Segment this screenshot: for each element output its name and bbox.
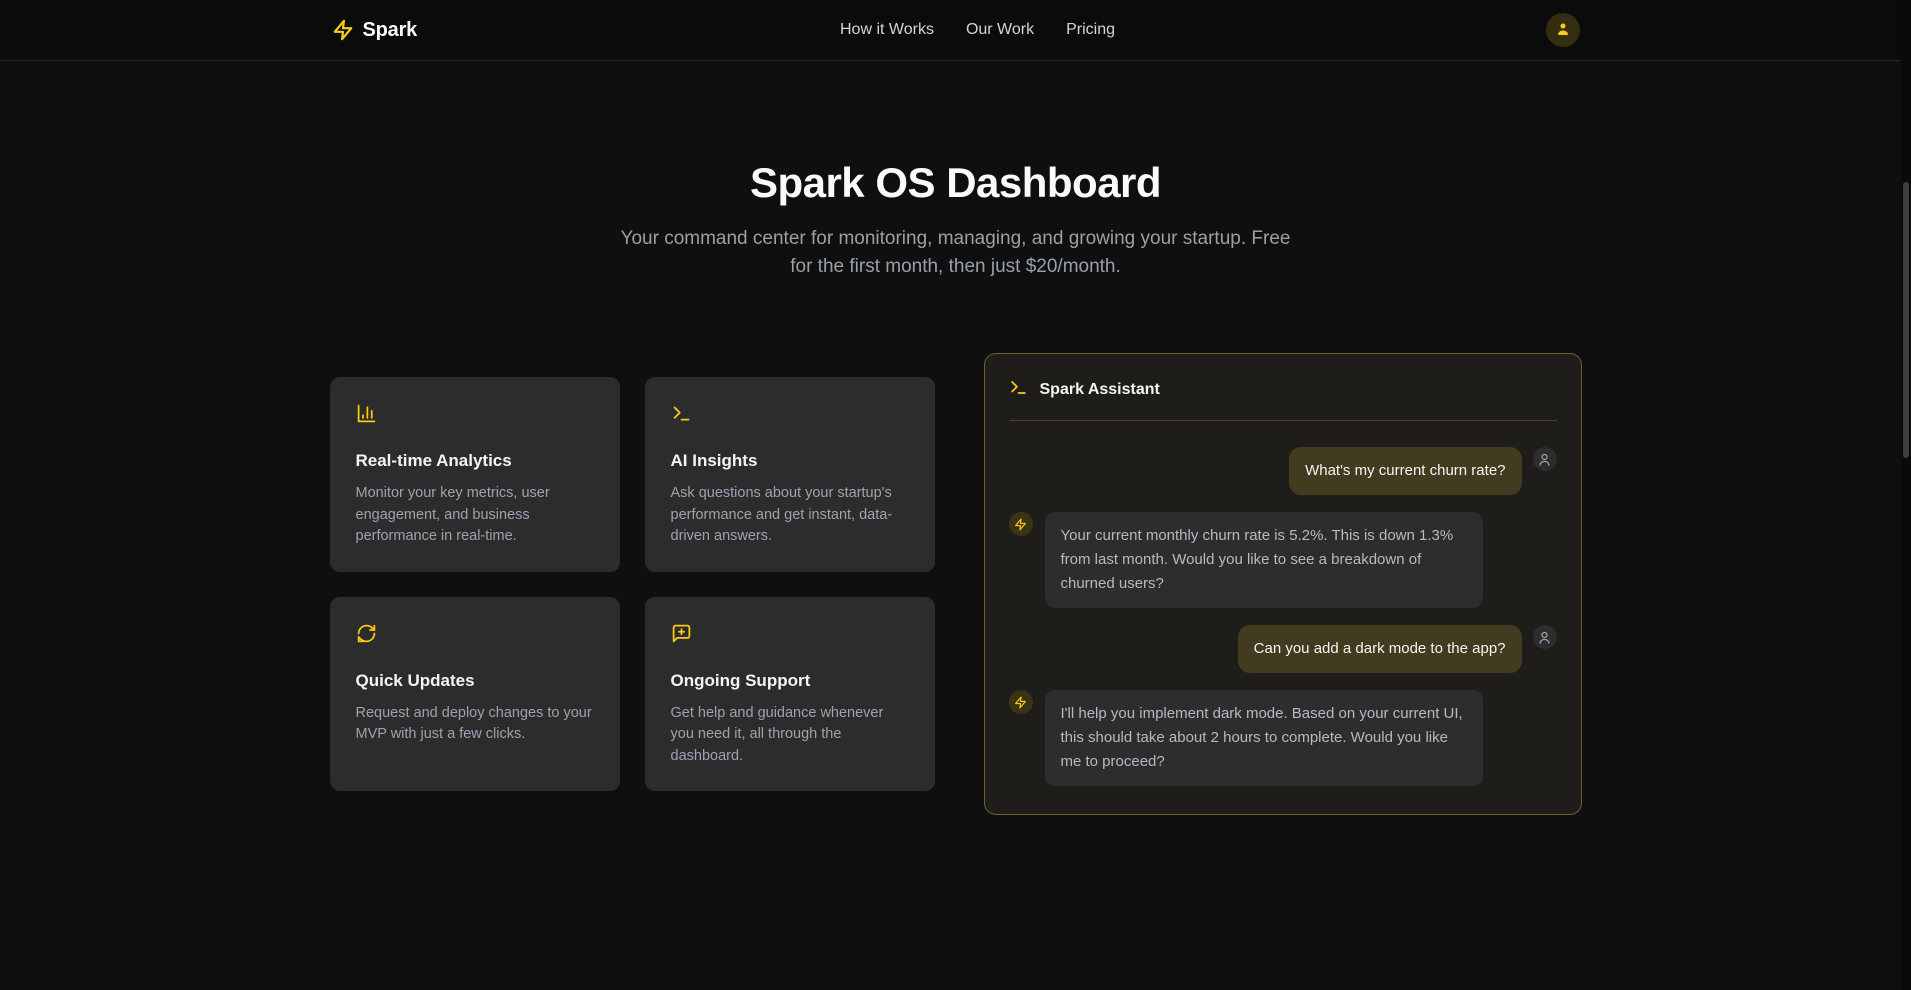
feature-description: Request and deploy changes to your MVP w… — [356, 703, 594, 746]
refresh-icon — [356, 623, 594, 649]
user-avatar — [1533, 625, 1557, 649]
scrollbar-track[interactable] — [1901, 0, 1911, 990]
assistant-zap-avatar — [1009, 512, 1033, 536]
feature-grid: Real-time Analytics Monitor your key met… — [330, 377, 935, 791]
bar-chart-icon — [356, 403, 594, 429]
feature-title: Real-time Analytics — [356, 451, 594, 471]
terminal-icon — [1009, 378, 1028, 402]
message-square-plus-icon — [671, 623, 909, 649]
user-avatar — [1533, 447, 1557, 471]
message-list: What's my current churn rate? Your curre… — [1009, 447, 1557, 786]
hero-subtitle: Your command center for monitoring, mana… — [611, 225, 1301, 281]
chat-message-user: Can you add a dark mode to the app? — [1009, 625, 1557, 673]
nav-links: How it Works Our Work Pricing — [840, 21, 1115, 39]
navbar-container: Spark How it Works Our Work Pricing — [316, 13, 1596, 47]
user-icon — [1554, 20, 1572, 41]
user-avatar-button[interactable] — [1546, 13, 1580, 47]
content-row: Real-time Analytics Monitor your key met… — [0, 353, 1911, 815]
feature-title: AI Insights — [671, 451, 909, 471]
feature-description: Monitor your key metrics, user engagemen… — [356, 483, 594, 548]
chat-message-assistant: I'll help you implement dark mode. Based… — [1009, 690, 1557, 786]
nav-link-our-work[interactable]: Our Work — [966, 21, 1034, 39]
assistant-message-bubble: I'll help you implement dark mode. Based… — [1045, 690, 1483, 786]
assistant-message-bubble: Your current monthly churn rate is 5.2%.… — [1045, 512, 1483, 608]
spark-assistant-panel: Spark Assistant What's my current churn … — [984, 353, 1582, 815]
brand-name: Spark — [363, 19, 418, 42]
feature-title: Ongoing Support — [671, 671, 909, 691]
feature-card-quick-updates[interactable]: Quick Updates Request and deploy changes… — [330, 597, 620, 792]
chat-message-user: What's my current churn rate? — [1009, 447, 1557, 495]
assistant-title: Spark Assistant — [1040, 381, 1160, 399]
feature-card-realtime-analytics[interactable]: Real-time Analytics Monitor your key met… — [330, 377, 620, 572]
feature-card-ongoing-support[interactable]: Ongoing Support Get help and guidance wh… — [645, 597, 935, 792]
nav-link-pricing[interactable]: Pricing — [1066, 21, 1115, 39]
assistant-zap-avatar — [1009, 690, 1033, 714]
nav-link-how-it-works[interactable]: How it Works — [840, 21, 934, 39]
scrollbar-thumb[interactable] — [1903, 182, 1909, 458]
feature-description: Ask questions about your startup's perfo… — [671, 483, 909, 548]
feature-title: Quick Updates — [356, 671, 594, 691]
brand[interactable]: Spark — [332, 19, 819, 42]
hero: Spark OS Dashboard Your command center f… — [0, 61, 1911, 281]
user-message-bubble: What's my current churn rate? — [1289, 447, 1521, 495]
zap-icon — [332, 19, 354, 41]
user-message-bubble: Can you add a dark mode to the app? — [1238, 625, 1522, 673]
feature-card-ai-insights[interactable]: AI Insights Ask questions about your sta… — [645, 377, 935, 572]
navbar-right — [1093, 13, 1580, 47]
assistant-header: Spark Assistant — [1009, 378, 1557, 421]
terminal-icon — [671, 403, 909, 429]
page-title: Spark OS Dashboard — [0, 159, 1911, 207]
feature-description: Get help and guidance whenever you need … — [671, 703, 909, 768]
chat-message-assistant: Your current monthly churn rate is 5.2%.… — [1009, 512, 1557, 608]
navbar: Spark How it Works Our Work Pricing — [0, 0, 1911, 61]
